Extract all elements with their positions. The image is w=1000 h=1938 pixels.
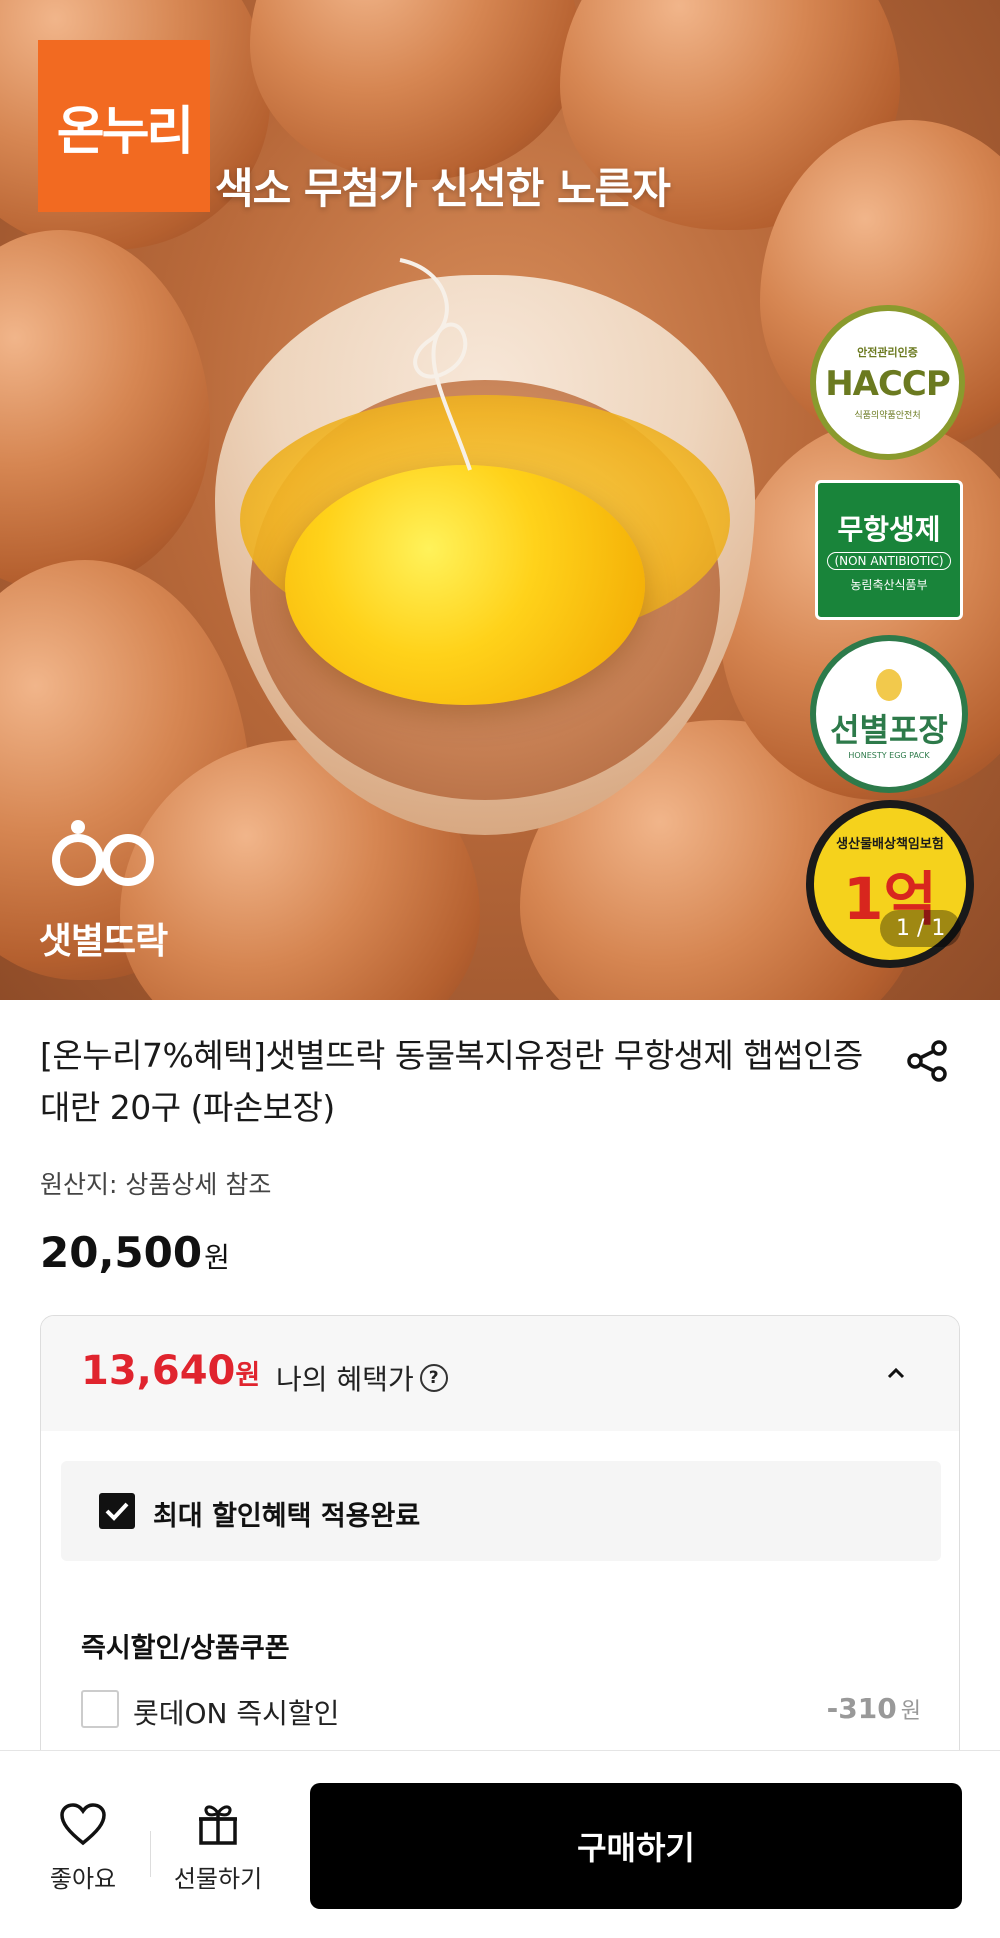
brand-logo-text: 온누리 (56, 101, 195, 162)
pack-badge-main: 선별포장 (830, 710, 948, 749)
haccp-badge: 안전관리인증 HACCP 식품의약품안전처 (810, 305, 965, 460)
brand-mark: 샛별뜨락 (18, 815, 188, 964)
benefit-price: 13,640원 (81, 1348, 260, 1394)
gift-icon (199, 1805, 237, 1845)
discount-row[interactable]: 롯데ON 즉시할인 -310 원 (81, 1686, 921, 1736)
heart-icon (60, 1803, 106, 1846)
haccp-badge-top: 안전관리인증 (857, 346, 918, 359)
benefit-card: 13,640원 나의 혜택가 ? 최대 할인혜택 적용완료 즉시할인/상품쿠폰 … (40, 1315, 960, 1775)
brand-mark-name: 샛별뜨락 (38, 921, 168, 962)
chalaza-strand (399, 258, 472, 471)
liability-badge-ring: 생산물배상책임보험 (836, 836, 944, 852)
pack-badge-sub: HONESTY EGG PACK (848, 750, 930, 760)
discount-label: 롯데ON 즉시할인 (133, 1697, 340, 1730)
product-image[interactable]: 온누리 색소 무첨가 신선한 노른자 안전관리인증 HACCP 식품의약품안전처… (0, 0, 1000, 1000)
background-egg (250, 0, 580, 180)
product-price: 20,500원 (40, 1228, 230, 1277)
share-button[interactable] (905, 1038, 951, 1084)
antibiotic-badge-sub: (NON ANTIBIOTIC) (827, 551, 951, 570)
brand-logo: 온누리 (38, 40, 210, 212)
checkmark-icon (105, 1502, 129, 1521)
brand-mark-symbol (18, 815, 188, 906)
max-discount-checkbox[interactable] (99, 1493, 135, 1529)
benefit-label: 나의 혜택가 ? (276, 1358, 448, 1398)
discount-amount-unit: 원 (900, 1699, 921, 1724)
gift-label: 선물하기 (173, 1865, 263, 1893)
egg-yolk (285, 465, 645, 705)
product-price-unit: 원 (204, 1241, 230, 1274)
lotteon-discount-checkbox[interactable] (81, 1690, 119, 1728)
chevron-up-icon[interactable] (881, 1358, 911, 1388)
antibiotic-free-badge: 무항생제 (NON ANTIBIOTIC) 농림축산식품부 (815, 480, 963, 620)
gift-button[interactable]: 선물하기 (158, 1801, 278, 1894)
like-label: 좋아요 (49, 1865, 117, 1893)
like-button[interactable]: 좋아요 (23, 1801, 143, 1894)
benefit-price-value: 13,640 (81, 1348, 236, 1394)
antibiotic-badge-bottom: 농림축산식품부 (850, 577, 928, 592)
benefit-label-text: 나의 혜택가 (276, 1363, 414, 1396)
product-price-value: 20,500 (40, 1228, 203, 1277)
background-egg (0, 230, 210, 590)
bar-divider (150, 1831, 151, 1877)
help-icon[interactable]: ? (419, 1364, 448, 1392)
benefit-price-unit: 원 (235, 1360, 261, 1391)
origin-info: 원산지: 상품상세 참조 (40, 1170, 272, 1199)
antibiotic-badge-main: 무항생제 (837, 512, 941, 546)
max-discount-box: 최대 할인혜택 적용완료 (61, 1461, 941, 1561)
infinity-logo-icon (52, 820, 154, 886)
haccp-badge-bottom: 식품의약품안전처 (854, 411, 921, 421)
benefit-header[interactable]: 13,640원 나의 혜택가 ? (41, 1316, 959, 1431)
haccp-badge-main: HACCP (825, 364, 951, 404)
bottom-action-bar: 좋아요 선물하기 구매하기 (0, 1750, 1000, 1938)
buy-button[interactable]: 구매하기 (310, 1783, 962, 1909)
egg-icon (876, 668, 902, 701)
hero-tagline: 색소 무첨가 신선한 노른자 (215, 164, 671, 213)
share-icon (907, 1040, 947, 1082)
sorted-pack-badge: 선별포장 HONESTY EGG PACK (810, 635, 968, 793)
discount-amount: -310 원 (827, 1692, 921, 1725)
discount-amount-value: -310 (826, 1692, 897, 1725)
instant-discount-title: 즉시할인/상품쿠폰 (81, 1633, 290, 1664)
product-title: [온누리7%혜택]샛별뜨락 동물복지유정란 무항생제 햅썹인증 대란 20구 (… (40, 1036, 863, 1127)
max-discount-label: 최대 할인혜택 적용완료 (153, 1501, 421, 1532)
image-counter: 1 / 1 (880, 910, 962, 947)
